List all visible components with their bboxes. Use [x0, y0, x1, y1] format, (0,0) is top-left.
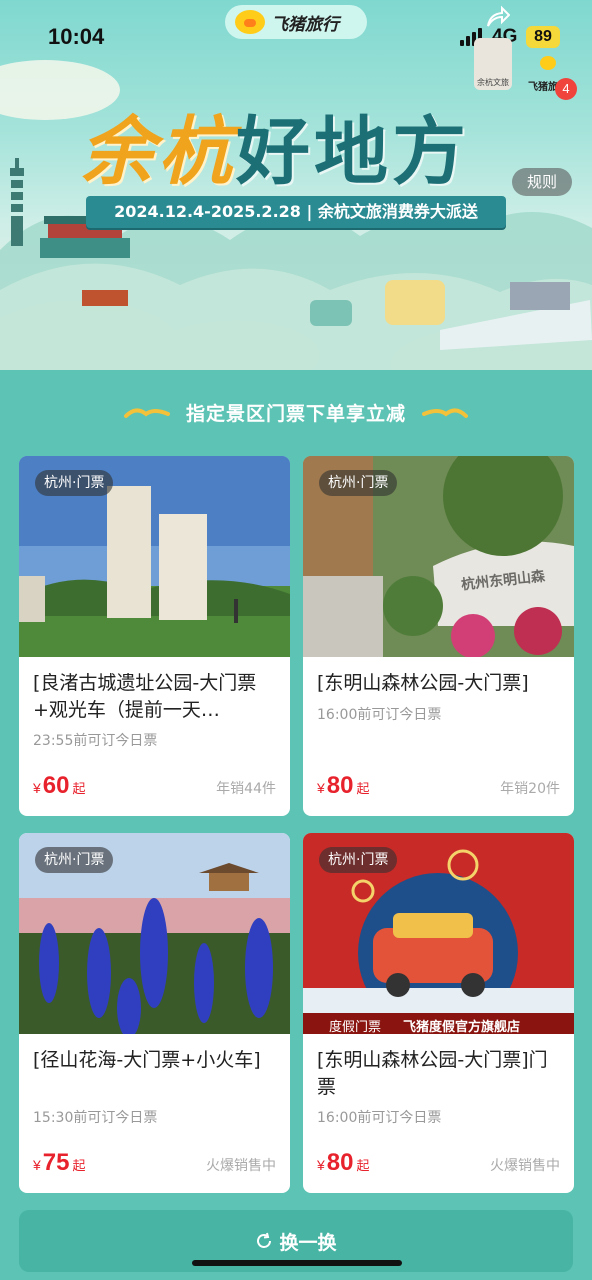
refresh-icon — [257, 1232, 272, 1248]
price-suffix: 起 — [72, 781, 86, 796]
price-value: 75 — [42, 1149, 70, 1176]
price: ¥ 80 起 — [317, 1149, 370, 1177]
cloud-swirl-icon — [123, 408, 170, 418]
banner-title-part2: 好地方 — [236, 108, 470, 195]
hero-banner: 10:04 飞猪旅行 4G 89 余杭文旅 飞猪旅行 4 余杭 好地方 规则 2… — [0, 0, 592, 370]
sales-count: 火爆销售中 — [206, 1158, 276, 1174]
location-tag: 杭州·门票 — [35, 470, 114, 496]
sales-count: 火爆销售中 — [490, 1158, 560, 1174]
product-title: [径山花海-大门票+小火车] — [33, 1049, 261, 1071]
rules-button[interactable]: 规则 — [512, 168, 572, 196]
booking-deadline: 15:30前可订今日票 — [33, 1110, 158, 1126]
banner-title-part1: 余杭 — [80, 108, 236, 195]
product-card[interactable]: 杭州·门票 杭州东明山森 [东明山森林公园-大门票] 16:00前可订今日票 ¥… — [303, 456, 574, 816]
product-card[interactable]: 杭州·门票 度假门票 飞猪度假官方旗舰店 [东明山森林公园-大门票]门票 16:… — [303, 833, 574, 1193]
location-tag: 杭州·门票 — [319, 470, 398, 496]
sales-count: 年销20件 — [500, 781, 560, 797]
clock: 10:04 — [48, 24, 105, 49]
section-title: 指定景区门票下单享立减 — [185, 402, 406, 425]
product-image: 杭州·门票 杭州东明山森 — [303, 456, 574, 657]
price: ¥ 80 起 — [317, 772, 370, 800]
home-indicator[interactable] — [192, 1260, 402, 1266]
price-suffix: 起 — [356, 781, 370, 796]
sales-count: 年销44件 — [216, 781, 276, 797]
battery-indicator: 89 — [526, 26, 560, 48]
product-title: [东明山森林公园-大门票]门票 — [317, 1049, 548, 1098]
section-header: 指定景区门票下单享立减 — [0, 392, 592, 432]
product-image: 杭州·门票 — [19, 456, 290, 657]
banner-title: 余杭 好地方 — [80, 100, 470, 195]
pagoda-icon — [10, 158, 24, 246]
location-tag: 杭州·门票 — [35, 847, 114, 873]
price-value: 80 — [326, 772, 354, 799]
app-pill[interactable]: 飞猪旅行 — [225, 5, 367, 39]
product-title: [东明山森林公园-大门票] — [317, 672, 529, 694]
pig-logo-icon — [235, 10, 265, 34]
currency: ¥ — [317, 1157, 325, 1173]
image-caption-right: 飞猪度假官方旗舰店 — [403, 1020, 521, 1034]
notification-badge[interactable]: 4 — [555, 78, 577, 100]
logo-text: 余杭文旅 — [477, 78, 509, 87]
product-image: 杭州·门票 度假门票 飞猪度假官方旗舰店 — [303, 833, 574, 1034]
booking-deadline: 23:55前可订今日票 — [33, 733, 158, 749]
booking-deadline: 16:00前可订今日票 — [317, 1110, 442, 1126]
price-suffix: 起 — [72, 1158, 86, 1173]
currency: ¥ — [33, 780, 41, 796]
currency: ¥ — [317, 780, 325, 796]
product-image: 杭州·门票 — [19, 833, 290, 1034]
price: ¥ 60 起 — [33, 772, 86, 800]
yuhang-culture-logo: 余杭文旅 — [474, 38, 512, 90]
product-card[interactable]: 杭州·门票 [良渚古城遗址公园-大门票+观光车（提前一天… 23:55前可订今日… — [19, 456, 290, 816]
location-tag: 杭州·门票 — [319, 847, 398, 873]
app-name: 飞猪旅行 — [271, 14, 339, 35]
product-card[interactable]: 杭州·门票 [径山花海-大门票+小火车] 15:30前可订今日票 ¥ 75 起 … — [19, 833, 290, 1193]
promo-date-band: 2024.12.4-2025.2.28 | 余杭文旅消费券大派送 — [86, 196, 506, 228]
pig-logo-icon — [540, 56, 556, 70]
cloud-swirl-icon — [422, 408, 468, 418]
refresh-label: 换一换 — [279, 1231, 337, 1254]
price-value: 60 — [42, 772, 70, 799]
currency: ¥ — [33, 1157, 41, 1173]
price-value: 80 — [326, 1149, 354, 1176]
share-icon[interactable] — [482, 4, 510, 32]
image-caption-left: 度假门票 — [329, 1020, 382, 1034]
price: ¥ 75 起 — [33, 1149, 86, 1177]
product-title: [良渚古城遗址公园-大门票+观光车（提前一天… — [33, 672, 257, 721]
price-suffix: 起 — [356, 1158, 370, 1173]
booking-deadline: 16:00前可订今日票 — [317, 707, 442, 723]
